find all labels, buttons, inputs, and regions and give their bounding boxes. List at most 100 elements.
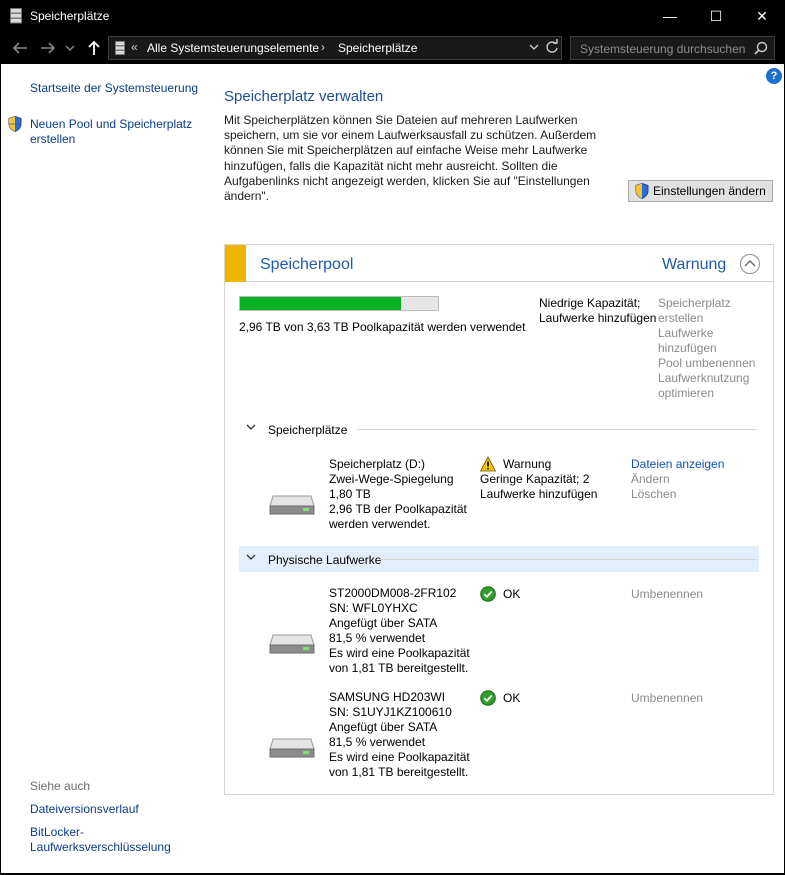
intro-line: ändern". [224,189,269,204]
search-icon [754,41,768,55]
warning-icon [480,456,496,472]
pool-warning-line: Niedrige Kapazität; [539,296,641,310]
add-drives-link-line1[interactable]: Laufwerke [658,326,713,341]
drive-detail-line: Es wird eine Poolkapazität [329,750,470,764]
file-history-link[interactable]: Dateiversionsverlauf [30,802,139,817]
optimize-drive-usage-link-line1[interactable]: Laufwerknutzung [658,371,749,386]
change-settings-button[interactable]: Einstellungen ändern [628,180,773,202]
hard-drive-icon [269,634,315,654]
space-status: Warnung [503,457,552,471]
close-icon: ✕ [756,7,768,24]
refresh-icon[interactable] [545,39,559,58]
create-space-link-line2[interactable]: erstellen [658,311,703,326]
pool-name: Speicherpool [260,256,354,273]
forward-button[interactable] [38,39,58,57]
up-arrow-icon [88,40,100,55]
minimize-icon: — [663,8,677,24]
recent-locations-button[interactable] [63,39,77,57]
control-panel-home-link[interactable]: Startseite der Systemsteuerung [30,81,198,96]
space-detail-line: Zwei-Wege-Spiegelung [329,472,454,486]
new-pool-link-line1[interactable]: Neuen Pool und Speicherplatz [30,117,192,132]
drive-detail-line: 81,5 % verwendet [329,631,426,645]
address-dropdown-icon[interactable] [529,40,539,57]
drive-detail-line: SAMSUNG HD203WI [329,690,446,704]
space-detail-line: werden verwendet. [329,517,431,531]
pool-status: Warnung [662,256,727,273]
pool-capacity-fill [240,297,402,310]
search-input[interactable]: Systemsteuerung durchsuchen [570,36,775,60]
maximize-button[interactable]: ☐ [693,0,739,32]
pool-header[interactable]: Speicherpool Warnung [225,245,773,282]
bitlocker-link-line2[interactable]: Laufwerksverschlüsselung [30,840,171,855]
chevron-down-icon [246,554,256,560]
ok-check-icon [480,690,496,706]
create-space-link-line1[interactable]: Speicherplatz [658,296,731,311]
pool-capacity-bar [239,296,439,311]
drive-detail-line: SN: WFL0YHXC [329,601,418,615]
section-label: Physische Laufwerke [268,553,382,567]
optimize-drive-usage-link-line2[interactable]: optimieren [658,386,714,401]
breadcrumb-all-items[interactable]: Alle Systemsteuerungselemente [147,41,319,55]
section-divider [379,559,757,560]
new-pool-link-line2[interactable]: erstellen [30,132,75,147]
drive-status: OK [503,691,521,705]
intro-line: können Sie mit Speicherplätzen auf einfa… [224,143,588,158]
delete-space-link[interactable]: Löschen [631,487,676,502]
address-field[interactable]: « Alle Systemsteuerungselemente › Speich… [108,36,562,60]
intro-line: hinzufügen, falls die Kapazität nicht me… [224,158,558,173]
maximize-icon: ☐ [709,7,723,24]
hard-drive-icon [269,738,315,758]
rename-drive-link[interactable]: Umbenennen [631,587,703,602]
drive-details: ST2000DM008-2FR102 SN: WFL0YHXC Angefügt… [329,586,470,676]
help-icon[interactable]: ? [766,68,782,84]
space-detail-line: 1,80 TB [329,487,371,501]
rename-pool-link[interactable]: Pool umbenennen [658,356,755,371]
rename-drive-link[interactable]: Umbenennen [631,691,703,706]
window-title: Speicherplätze [30,9,110,23]
uac-shield-icon [8,116,22,132]
pool-warning-text: Niedrige Kapazität; Laufwerke hinzufügen [539,296,664,326]
storage-spaces-app-icon [10,8,22,24]
physical-drives-section-header[interactable]: Physische Laufwerke [239,546,759,572]
drive-detail-line: Angefügt über SATA [329,616,438,630]
space-status-detail-line: Laufwerke hinzufügen [480,487,598,501]
section-divider [357,429,757,430]
view-files-link[interactable]: Dateien anzeigen [631,457,724,472]
space-detail-line: Speicherplatz (D:) [329,457,426,471]
add-drives-link-line2[interactable]: hinzufügen [658,341,717,356]
storage-spaces-icon [115,41,125,55]
title-bar: Speicherplätze — ☐ ✕ [0,0,785,32]
address-toolbar: « Alle Systemsteuerungselemente › Speich… [0,32,785,64]
change-settings-label: Einstellungen ändern [653,184,766,198]
overflow-chevron-icon[interactable]: « [131,40,138,54]
window-border-left [0,64,1,875]
drive-detail-line: SN: S1UYJ1KZ100610 [329,705,452,719]
breadcrumb-separator-icon: › [321,40,325,54]
drive-status: OK [503,587,521,601]
storage-spaces-section-header[interactable]: Speicherplätze [239,416,759,442]
page-title: Speicherplatz verwalten [224,88,384,105]
drive-detail-line: von 1,81 TB bereitgestellt. [329,765,469,779]
pool-usage-text: 2,96 TB von 3,63 TB Poolkapazität werden… [239,320,526,334]
pool-warning-line: Laufwerke hinzufügen [539,311,657,325]
ok-check-icon [480,586,496,602]
see-also-heading: Siehe auch [30,779,91,793]
intro-line: Mit Speicherplätzen können Sie Dateien a… [224,113,578,127]
collapse-chevron-icon[interactable] [740,254,760,274]
close-button[interactable]: ✕ [739,0,785,32]
up-button[interactable] [84,39,104,57]
change-space-link[interactable]: Ändern [631,472,670,487]
drive-detail-line: Angefügt über SATA [329,720,438,734]
intro-line: Aufgabenlinks nicht angezeigt werden, kl… [224,173,590,188]
storage-pool-panel: Speicherpool Warnung 2,96 TB von 3,63 TB… [224,244,774,795]
bitlocker-link-line1[interactable]: BitLocker- [30,825,84,840]
space-details: Speicherplatz (D:) Zwei-Wege-Spiegelung … [329,457,467,532]
back-button[interactable] [10,39,30,57]
minimize-button[interactable]: — [647,0,693,32]
chevron-down-icon [246,424,256,430]
breadcrumb-storage-spaces[interactable]: Speicherplätze [338,41,417,55]
space-detail-line: 2,96 TB der Poolkapazität [329,502,467,516]
uac-shield-icon [635,183,649,199]
space-status-detail: Geringe Kapazität; 2 Laufwerke hinzufüge… [480,472,597,502]
drive-detail-line: ST2000DM008-2FR102 [329,586,457,600]
